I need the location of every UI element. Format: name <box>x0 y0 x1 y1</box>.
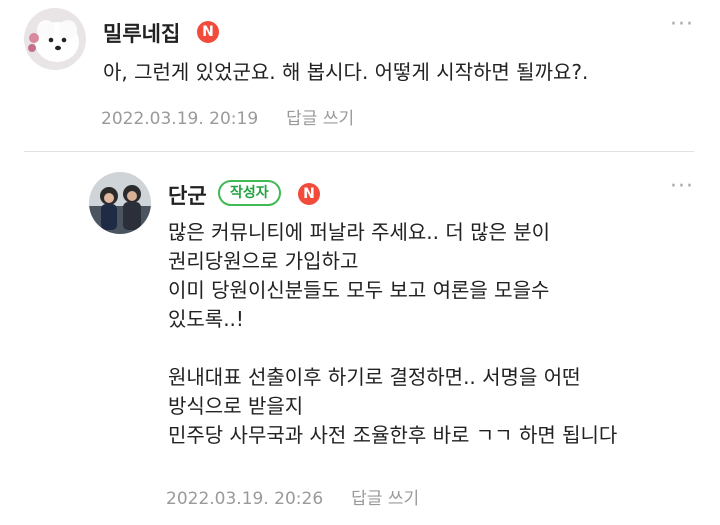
comment-text: 많은 커뮤니티에 퍼날라 주세요.. 더 많은 분이 권리당원으로 가입하고 이… <box>168 220 618 447</box>
comment-meta: 2022.03.19. 20:26 답글 쓰기 <box>166 484 419 509</box>
avatar[interactable] <box>89 172 151 234</box>
reply-comment-item: 단군 작성자 N ··· 많은 커뮤니티에 퍼날라 주세요.. 더 많은 분이 … <box>0 0 720 509</box>
author-tag: 작성자 <box>218 180 281 206</box>
author-name[interactable]: 단군 <box>168 180 207 210</box>
new-badge: N <box>298 183 320 205</box>
reply-button[interactable]: 답글 쓰기 <box>351 489 419 509</box>
timestamp: 2022.03.19. 20:26 <box>166 489 324 509</box>
more-options-icon[interactable]: ··· <box>670 174 694 199</box>
